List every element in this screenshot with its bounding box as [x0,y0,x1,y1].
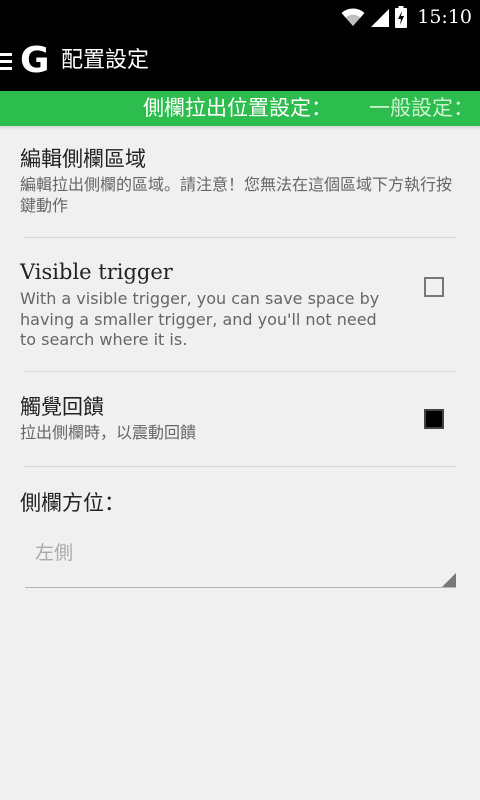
pref-haptic-feedback[interactable]: 觸覺回饋 拉出側欄時，以震動回饋 [0,372,480,465]
screen-title: 配置設定 [61,48,150,73]
visible-trigger-checkbox[interactable] [424,277,444,297]
pref-edit-area-summary: 編輯拉出側欄的區域。請注意！您無法在這個區域下方執行按鍵動作 [20,175,453,215]
spinner-arrow-icon [442,573,456,587]
status-icons: 15:10 [341,0,472,33]
pref-visible-trigger-title: Visible trigger [20,260,173,284]
haptic-feedback-checkbox[interactable] [424,409,444,429]
pref-edit-area[interactable]: 編輯側欄區域 編輯拉出側欄的區域。請注意！您無法在這個區域下方執行按鍵動作 [0,130,480,236]
pref-edit-area-title: 編輯側欄區域 [20,147,146,171]
pref-haptic-feedback-summary: 拉出側欄時，以震動回饋 [20,423,197,442]
sidebar-side-label: 側欄方位： [20,491,125,515]
pref-visible-trigger-summary: With a visible trigger, you can save spa… [20,289,380,349]
app-logo[interactable]: G [20,39,50,83]
sidebar-side-value: 左側 [35,542,74,564]
action-bar: G 配置設定 [0,33,480,91]
wifi-icon [341,8,365,26]
divider [24,466,456,467]
cell-signal-icon [371,8,390,27]
hamburger-icon[interactable] [0,53,12,71]
status-bar: 15:10 [0,0,480,33]
tab-general-settings[interactable]: 一般設定： [369,91,474,126]
status-time: 15:10 [417,5,472,28]
pref-haptic-feedback-title: 觸覺回饋 [20,395,104,419]
battery-charging-icon [395,5,408,28]
pref-visible-trigger[interactable]: Visible trigger With a visible trigger, … [0,238,480,370]
spinner-underline [25,587,456,588]
tab-sidebar-position[interactable]: 側欄拉出位置設定： [143,91,332,126]
tab-strip: 側欄拉出位置設定： 一般設定： [0,91,480,126]
sidebar-side-spinner[interactable]: 左側 [25,530,456,588]
